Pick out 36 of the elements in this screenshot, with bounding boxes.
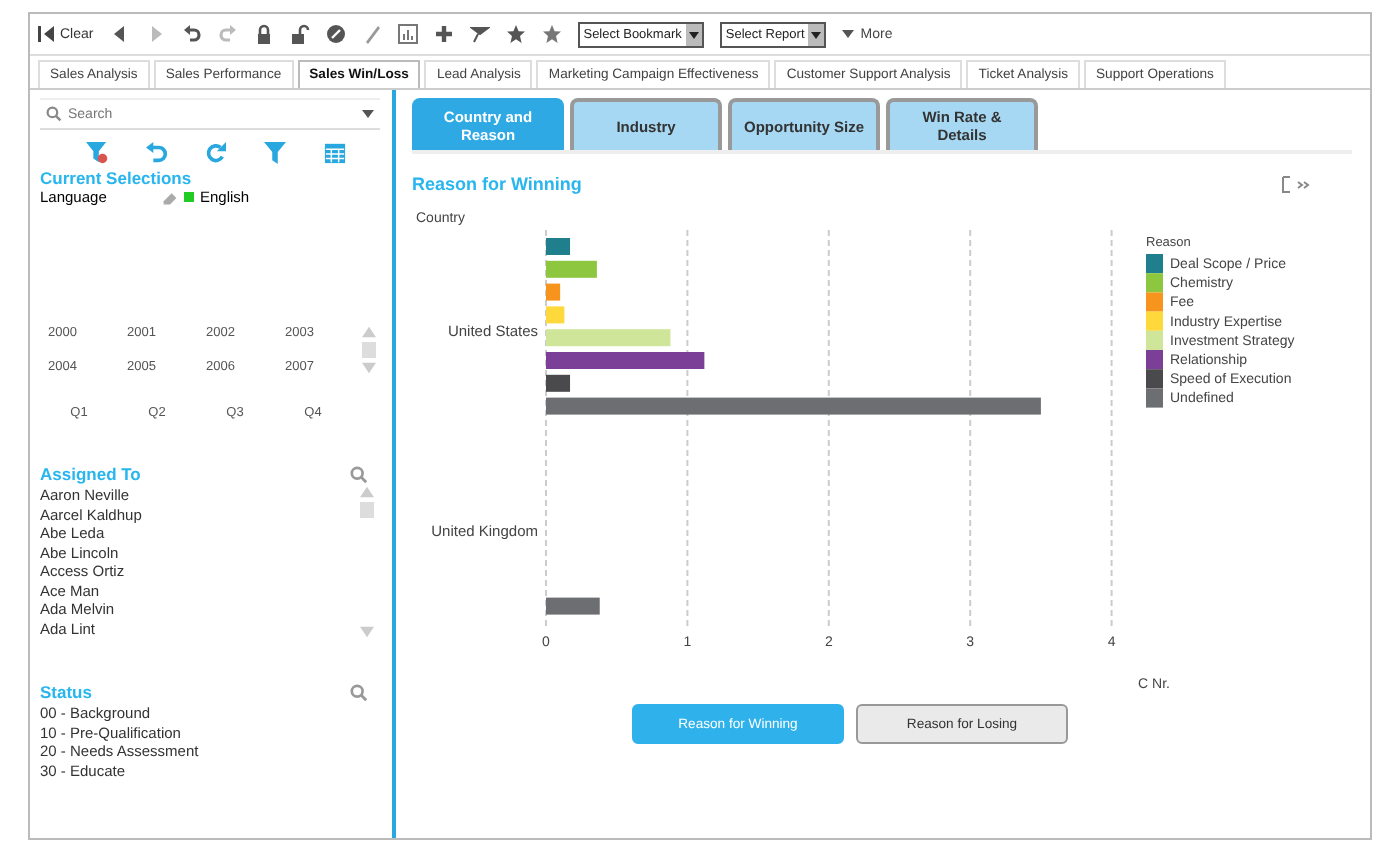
bar[interactable]	[546, 238, 571, 255]
scrollbar-thumb[interactable]	[361, 342, 375, 358]
chart-title: Reason for Winning	[412, 174, 582, 194]
redo-icon[interactable]	[217, 24, 238, 44]
skip-back-icon	[38, 26, 56, 42]
redo-icon[interactable]	[204, 142, 227, 164]
selected-square-icon	[184, 192, 194, 202]
caret-icon[interactable]	[362, 110, 374, 118]
search-icon	[46, 106, 62, 122]
caret-icon	[842, 30, 855, 38]
search-icon[interactable]	[350, 465, 368, 483]
unlock-icon[interactable]	[289, 24, 310, 44]
filter-icon[interactable]	[264, 142, 287, 164]
scroll-down-icon[interactable]	[359, 626, 373, 638]
scroll-down-icon[interactable]	[361, 362, 375, 374]
star-icon[interactable]	[541, 24, 562, 44]
scroll-up-icon[interactable]	[359, 486, 373, 498]
back-icon[interactable]	[109, 24, 130, 44]
clear-filter-icon[interactable]	[86, 142, 109, 164]
scroll-up-icon[interactable]	[361, 326, 375, 338]
undo-icon[interactable]	[181, 24, 202, 44]
plus-icon[interactable]	[433, 24, 454, 44]
bar[interactable]	[546, 374, 571, 392]
eraser-icon[interactable]	[162, 189, 178, 205]
calendar-icon[interactable]	[323, 142, 346, 164]
edit-icon[interactable]	[361, 24, 382, 44]
lock-icon[interactable]	[253, 24, 274, 44]
section-title: Current Selections	[40, 168, 194, 188]
section-title: Assigned To	[40, 464, 141, 484]
section-title: Status	[40, 682, 92, 702]
search-icon[interactable]	[350, 683, 368, 701]
scrollbar-thumb[interactable]	[359, 502, 373, 518]
no-entry-icon[interactable]	[325, 24, 346, 44]
star-icon[interactable]	[505, 24, 526, 44]
expand-icon[interactable]	[1282, 175, 1310, 193]
chart-icon[interactable]	[397, 24, 418, 44]
